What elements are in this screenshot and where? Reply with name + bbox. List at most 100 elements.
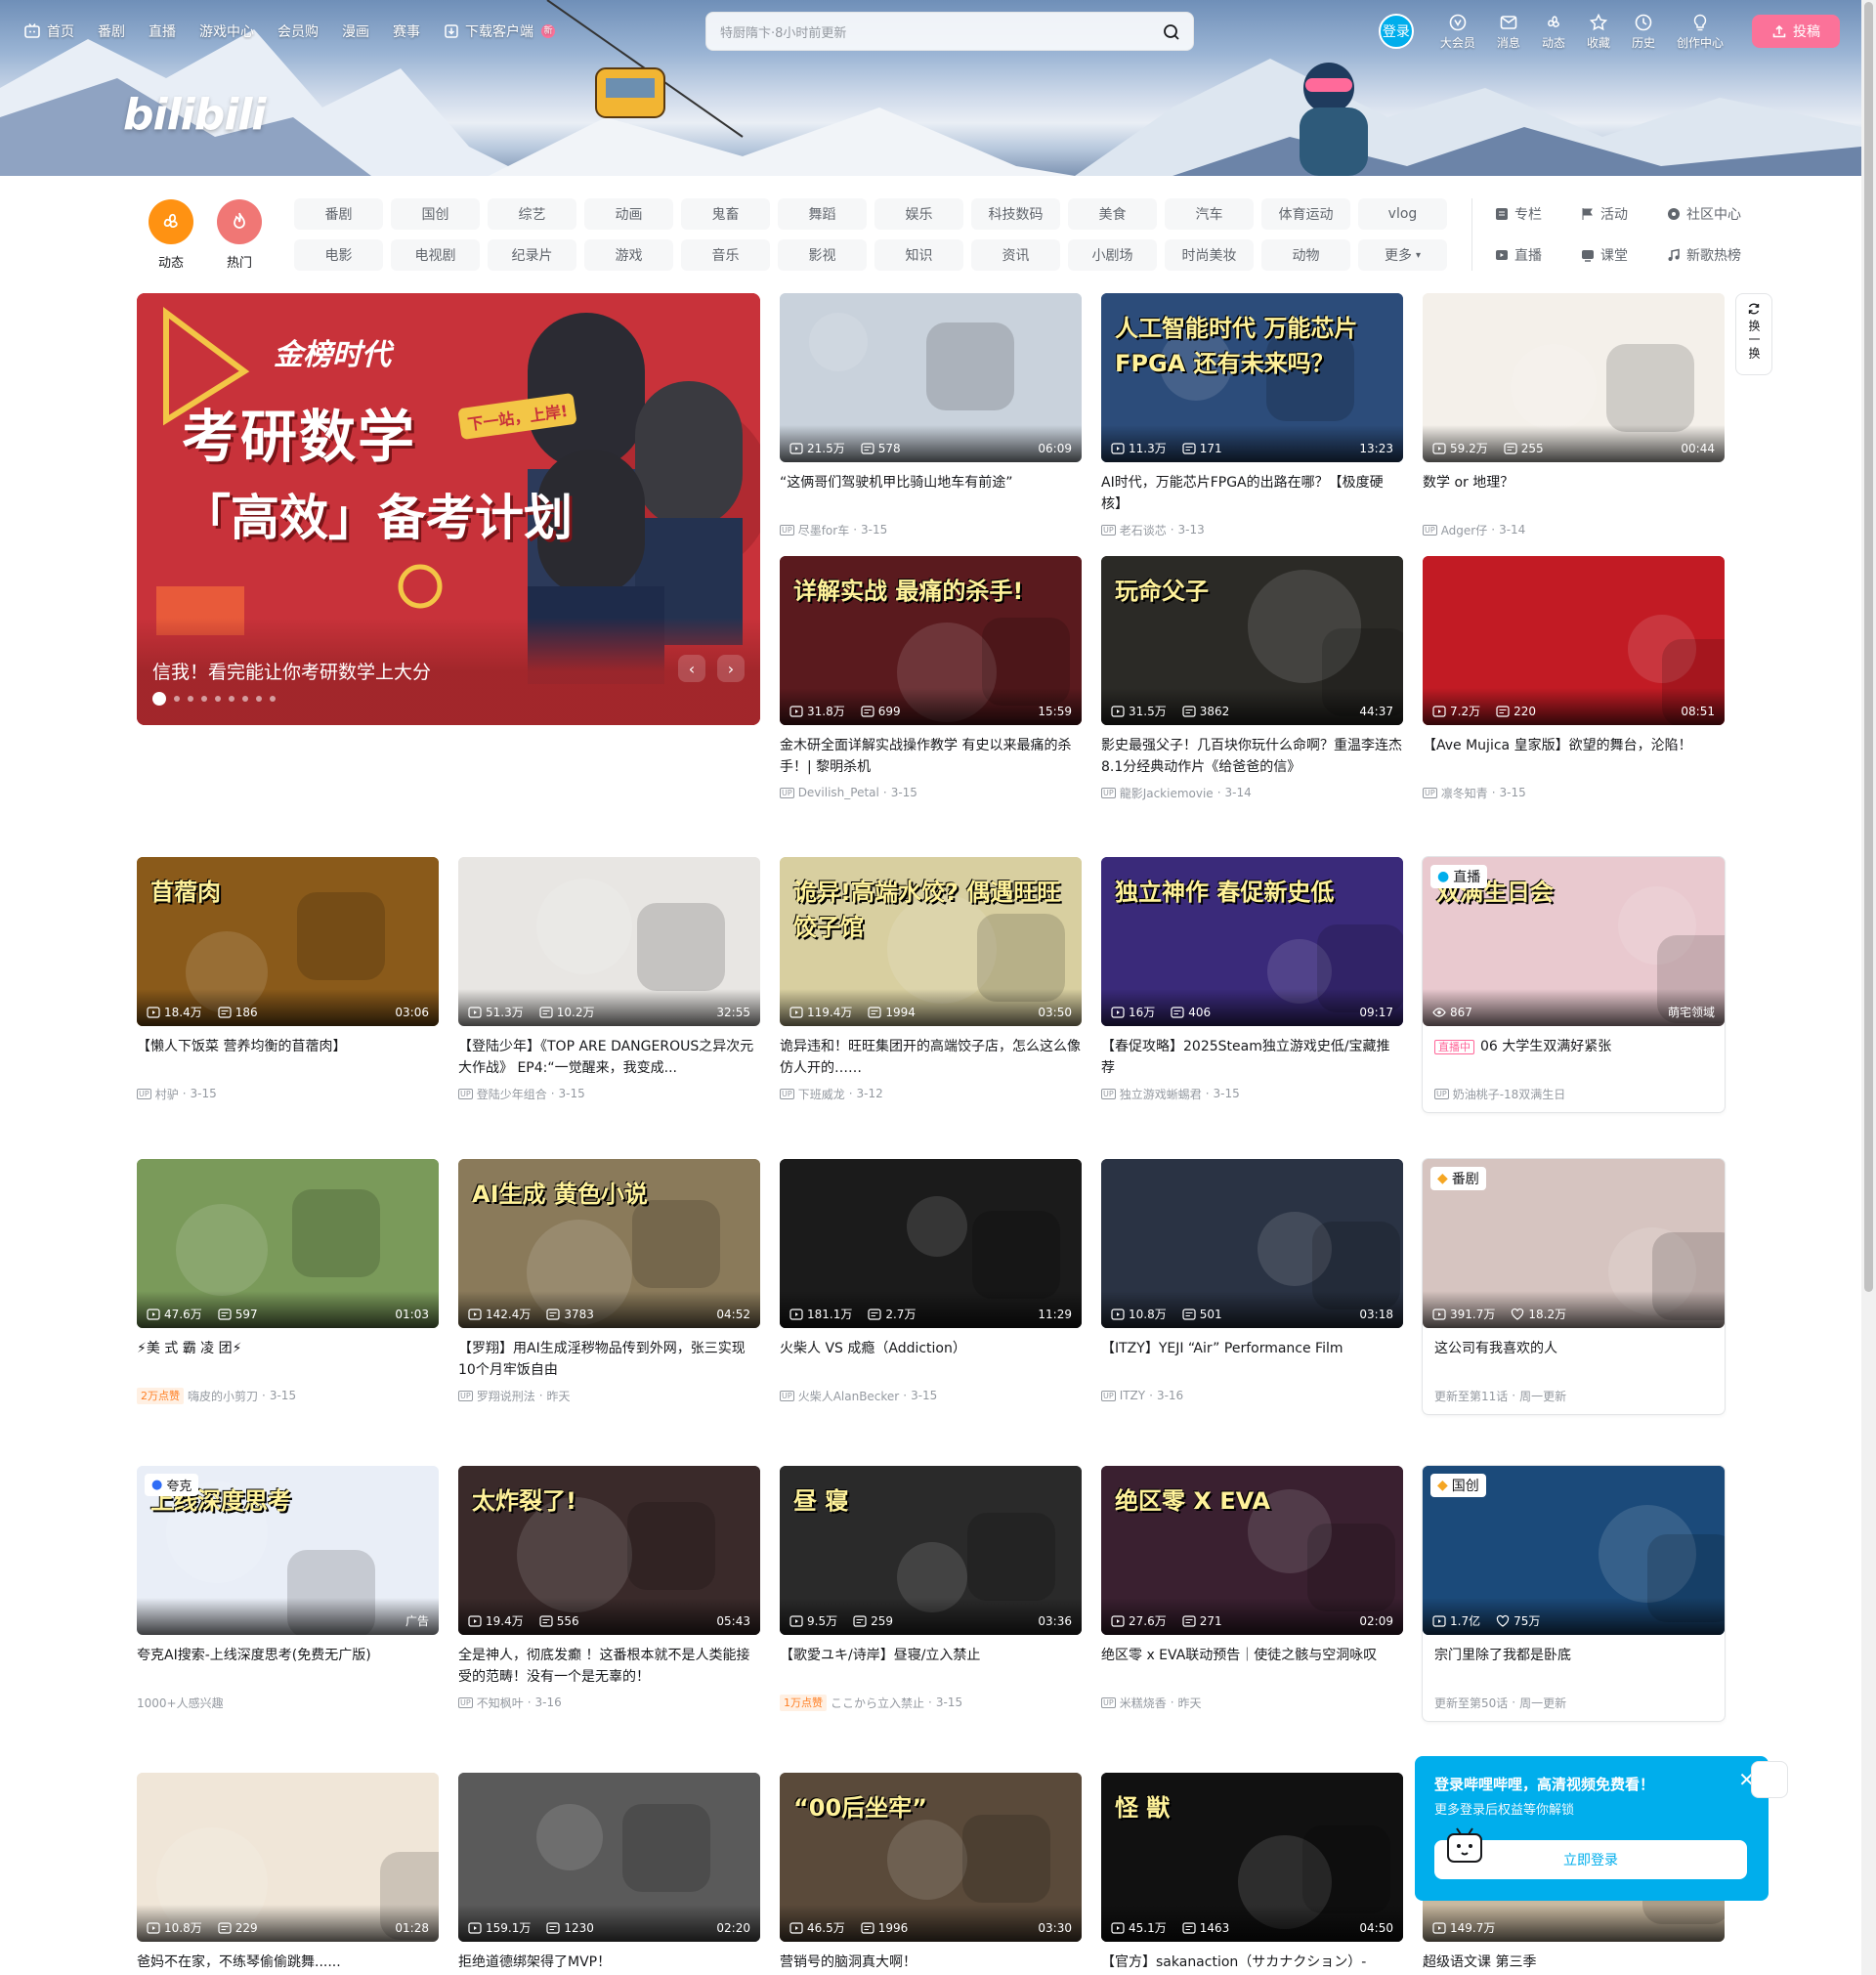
- channel-tag[interactable]: 舞蹈: [778, 198, 867, 230]
- uploader-name[interactable]: 村驴: [155, 1086, 179, 1102]
- video-card[interactable]: 玩命父子 31.5万 3862 44:37 影史最强父子！几百块你玩什么命啊？重温李连杰…: [1101, 556, 1403, 803]
- video-card[interactable]: 独立神作 春促新史低 16万 406 09:17 【春促攻略】2025Steam独立游戏…: [1101, 857, 1403, 1104]
- nav-dynamic[interactable]: 动态: [1542, 13, 1565, 51]
- video-thumbnail[interactable]: 51.3万 10.2万 32:55: [458, 857, 760, 1026]
- nav-message[interactable]: 消息: [1497, 13, 1520, 51]
- carousel-dot[interactable]: [174, 696, 180, 702]
- nav-anime[interactable]: 番剧: [98, 21, 125, 41]
- uploader-name[interactable]: Devilish_Petal: [798, 786, 879, 799]
- channel-tag[interactable]: 汽车: [1165, 198, 1254, 230]
- page-scrollbar[interactable]: [1861, 0, 1876, 1975]
- video-card[interactable]: AI生成 黄色小说 142.4万 3783 04:52 【罗翔】用AI生成淫秽物品传到外…: [458, 1159, 760, 1406]
- channel-tag[interactable]: 纪录片: [488, 239, 576, 271]
- uploader-name[interactable]: ITZY: [1120, 1389, 1145, 1402]
- carousel-dot[interactable]: [256, 696, 262, 702]
- video-card[interactable]: 10.8万 501 03:18 【ITZY】YEJI “Air” Performanc…: [1101, 1159, 1403, 1406]
- nav-manga[interactable]: 漫画: [342, 21, 369, 41]
- video-title[interactable]: 金木研全面详解实战操作教学 有史以来最痛的杀手！| 黎明杀机: [780, 735, 1082, 778]
- link-column[interactable]: 专栏: [1495, 198, 1581, 230]
- uploader-name[interactable]: 嗨皮的小剪刀: [188, 1388, 258, 1404]
- channel-tag[interactable]: 影视: [778, 239, 867, 271]
- channel-tag[interactable]: 科技数码: [971, 198, 1060, 230]
- uploader-name[interactable]: 米糕烧香: [1120, 1695, 1167, 1711]
- video-title[interactable]: 诡异违和！旺旺集团开的高端饺子店，怎么这么像仿人开的……: [780, 1036, 1082, 1079]
- carousel-prev-button[interactable]: ‹: [678, 655, 705, 682]
- nav-download-client[interactable]: 下载客户端 新: [444, 21, 555, 41]
- video-card[interactable]: 双满生日会 ● 直播 867 萌宅领域 直播中 06 大学生双满好紧张 UP 奶油桃子-18双满…: [1423, 857, 1725, 1112]
- video-card[interactable]: 人工智能时代 万能芯片FPGA 还有未来吗？ 11.3万 171 13:23 AI时代，…: [1101, 293, 1403, 540]
- banner-carousel[interactable]: 金榜时代 考研数学 「高效」备考计划 下一站，上岸! 信我！看完能让你考研数学上…: [137, 293, 760, 725]
- uploader-name[interactable]: ここから立入禁止: [831, 1695, 924, 1711]
- link-community[interactable]: 社区中心: [1667, 198, 1753, 230]
- video-card[interactable]: “00后坐牢” 46.5万 1996 03:30 营销号的脑洞真大啊！: [780, 1773, 1082, 1975]
- video-card[interactable]: 51.3万 10.2万 32:55 【登陆少年】《TOP ARE DANGEROUS之…: [458, 857, 760, 1104]
- channel-tag[interactable]: 音乐: [681, 239, 770, 271]
- video-thumbnail[interactable]: “00后坐牢” 46.5万 1996 03:30: [780, 1773, 1082, 1942]
- uploader-name[interactable]: 老石谈芯: [1120, 522, 1167, 538]
- video-title[interactable]: 影史最强父子！几百块你玩什么命啊？重温李连杰8.1分经典动作片《给爸爸的信》: [1101, 735, 1403, 778]
- uploader-name[interactable]: 火柴人AlanBecker: [798, 1388, 900, 1404]
- carousel-caption[interactable]: 信我！看完能让你考研数学上大分: [152, 658, 431, 684]
- uploader-name[interactable]: 尽墨for车: [798, 522, 850, 538]
- video-card[interactable]: 159.1万 1230 02:20 拒绝道德绑架得了MVP！: [458, 1773, 760, 1975]
- refresh-button[interactable]: 换一换: [1735, 293, 1772, 375]
- channel-tag[interactable]: 电影: [294, 239, 383, 271]
- nav-home[interactable]: 首页: [23, 21, 74, 41]
- video-card[interactable]: 59.2万 255 00:44 数学 or 地理？ UP Adger仔 · 3-14: [1423, 293, 1725, 540]
- carousel-dot[interactable]: [242, 696, 248, 702]
- video-title[interactable]: 【Ave Mujica 皇家版】欲望的舞台，沦陷！: [1423, 735, 1725, 778]
- video-title[interactable]: 营销号的脑洞真大啊！: [780, 1952, 1082, 1975]
- video-card[interactable]: ◆ 国创 1.7亿 75万 宗门里除了我都是卧底 更新至第50话 · 周一更新: [1423, 1466, 1725, 1721]
- search-icon[interactable]: [1162, 22, 1181, 42]
- carousel-dot[interactable]: [270, 696, 276, 702]
- nav-favorite[interactable]: 收藏: [1587, 13, 1610, 51]
- uploader-name[interactable]: 凛冬知青: [1441, 785, 1488, 801]
- uploader-name[interactable]: 登陆少年组合: [477, 1086, 547, 1102]
- carousel-next-button[interactable]: ›: [717, 655, 745, 682]
- channel-tag[interactable]: 小剧场: [1068, 239, 1157, 271]
- channel-tag[interactable]: 综艺: [488, 198, 576, 230]
- channel-tag[interactable]: 美食: [1068, 198, 1157, 230]
- episode-update[interactable]: 更新至第50话: [1434, 1695, 1508, 1711]
- nav-creator-center[interactable]: 创作中心: [1677, 13, 1724, 51]
- uploader-name[interactable]: 奶油桃子-18双满生日: [1453, 1086, 1566, 1102]
- video-thumbnail[interactable]: 双满生日会 ● 直播 867 萌宅领域: [1423, 857, 1725, 1026]
- video-card[interactable]: 7.2万 220 08:51 【Ave Mujica 皇家版】欲望的舞台，沦陷！ UP 凛…: [1423, 556, 1725, 803]
- carousel-dot[interactable]: [152, 692, 166, 706]
- video-title[interactable]: 【ITZY】YEJI “Air” Performance Film: [1101, 1338, 1403, 1381]
- video-card[interactable]: 苜蓿肉 18.4万 186 03:06 【懒人下饭菜 营养均衡的苜蓿肉】 UP 村驴 · 3-1…: [137, 857, 439, 1104]
- uploader-name[interactable]: Adger仔: [1441, 522, 1488, 538]
- video-title[interactable]: 【歌愛ユキ/诗岸】昼寝/立入禁止: [780, 1645, 1082, 1688]
- channel-tag[interactable]: 鬼畜: [681, 198, 770, 230]
- video-thumbnail[interactable]: 详解实战 最痛的杀手! 31.8万 699 15:59: [780, 556, 1082, 725]
- video-card[interactable]: ◆ 番剧 391.7万 18.2万 这公司有我喜欢的人 更新至第11话 · 周一更新: [1423, 1159, 1725, 1414]
- video-title[interactable]: 【官方】sakanaction（サカナクション）-: [1101, 1952, 1403, 1975]
- video-title[interactable]: 【春促攻略】2025Steam独立游戏史低/宝藏推荐: [1101, 1036, 1403, 1079]
- video-thumbnail[interactable]: ◆ 国创 1.7亿 75万: [1423, 1466, 1725, 1635]
- channel-tag[interactable]: 动物: [1261, 239, 1350, 271]
- video-thumbnail[interactable]: 10.8万 229 01:28: [137, 1773, 439, 1942]
- link-live[interactable]: 直播: [1495, 239, 1581, 271]
- video-thumbnail[interactable]: 绝区零 X EVA 27.6万 271 02:09: [1101, 1466, 1403, 1635]
- floating-side-button[interactable]: [1751, 1761, 1788, 1798]
- video-title[interactable]: 拒绝道德绑架得了MVP！: [458, 1952, 760, 1975]
- uploader-name[interactable]: 龍影Jackiemovie: [1120, 785, 1214, 801]
- search-box[interactable]: 特厨隋卞·8小时前更新: [705, 12, 1194, 51]
- video-thumbnail[interactable]: 上线深度思考 ● 夸克 广告: [137, 1466, 439, 1635]
- login-avatar-button[interactable]: 登录: [1378, 14, 1414, 49]
- uploader-name[interactable]: 不知枫叶: [477, 1695, 524, 1711]
- video-title[interactable]: 超级语文课 第三季: [1423, 1952, 1725, 1975]
- scrollbar-thumb[interactable]: [1864, 2, 1873, 1292]
- video-thumbnail[interactable]: 181.1万 2.7万 11:29: [780, 1159, 1082, 1328]
- video-card[interactable]: 21.5万 578 06:09 “这俩哥们驾驶机甲比骑山地车有前途” UP 尽墨for车 ·…: [780, 293, 1082, 540]
- video-thumbnail[interactable]: 太炸裂了! 19.4万 556 05:43: [458, 1466, 760, 1635]
- video-thumbnail[interactable]: 昼 寝 9.5万 259 03:36: [780, 1466, 1082, 1635]
- channel-tag[interactable]: 游戏: [584, 239, 673, 271]
- episode-update[interactable]: 更新至第11话: [1434, 1388, 1508, 1404]
- nav-game-center[interactable]: 游戏中心: [199, 21, 254, 41]
- video-thumbnail[interactable]: ◆ 番剧 391.7万 18.2万: [1423, 1159, 1725, 1328]
- link-classroom[interactable]: 课堂: [1581, 239, 1667, 271]
- channel-dynamic[interactable]: 动态: [137, 199, 205, 271]
- video-title[interactable]: 【懒人下饭菜 营养均衡的苜蓿肉】: [137, 1036, 439, 1079]
- channel-hot[interactable]: 热门: [205, 199, 274, 271]
